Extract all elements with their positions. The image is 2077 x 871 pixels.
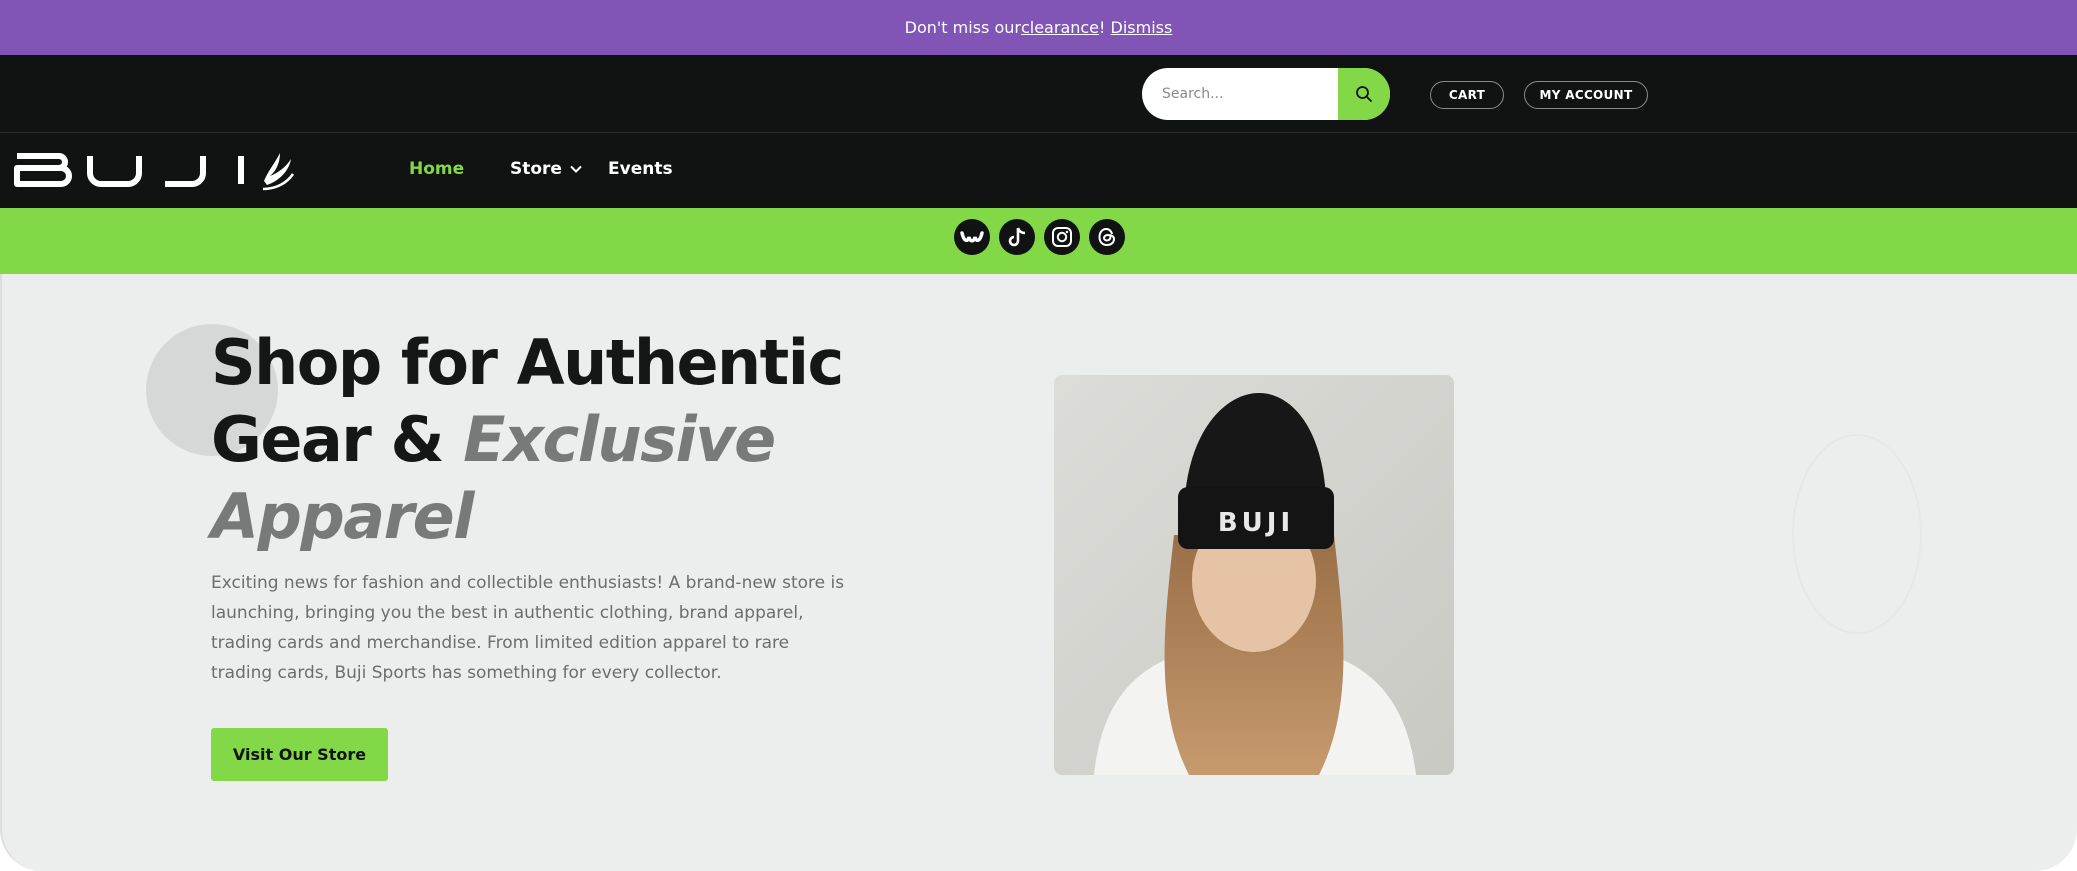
dismiss-link[interactable]: Dismiss [1111,18,1173,37]
nav-events[interactable]: Events [608,159,673,179]
hero-image: BUJI [1054,375,1454,775]
nav-events-label: Events [608,159,673,179]
search-form [1142,68,1390,120]
wonder-link[interactable] [954,219,990,255]
my-account-button[interactable]: MY ACCOUNT [1524,81,1648,109]
search-button[interactable] [1338,68,1390,120]
decorative-ring [1792,434,1922,634]
buji-logo[interactable] [14,147,296,193]
hero-title-line3: Apparel [211,480,474,553]
announcement-suffix: ! [1099,18,1111,37]
hero-section: Shop for Authentic Gear & Exclusive Appa… [0,274,2077,871]
instagram-link[interactable] [1044,219,1080,255]
chevron-down-icon [570,165,582,173]
beanie-logo-text: BUJI [1218,508,1294,538]
tiktok-link[interactable] [999,219,1035,255]
wonder-icon [960,231,984,243]
hero-title-line1: Shop for Authentic [211,326,844,399]
visit-store-button[interactable]: Visit Our Store [211,728,388,781]
nav-store[interactable]: Store [510,159,582,179]
clearance-link[interactable]: clearance [1021,18,1099,37]
instagram-icon [1052,227,1072,247]
nav-store-label: Store [510,159,562,179]
social-strip [0,208,2077,274]
nav-home-label: Home [409,159,465,179]
announcement-prefix: Don't miss our [904,18,1021,37]
hero-title-emphasis: Exclusive [463,403,776,476]
hero-title-line2: Gear & [211,403,464,476]
utility-bar: CART MY ACCOUNT [0,55,2077,133]
announcement-bar: Don't miss our clearance ! Dismiss [0,0,2077,55]
tiktok-icon [1008,227,1026,247]
main-nav: Home Store Events [0,133,2077,208]
cart-button[interactable]: CART [1430,81,1504,109]
search-icon [1356,86,1372,102]
nav-home[interactable]: Home [409,159,464,179]
hero-title: Shop for Authentic Gear & Exclusive Appa… [211,324,851,555]
hero-description: Exciting news for fashion and collectibl… [211,573,845,683]
search-input[interactable] [1142,68,1338,120]
threads-icon [1098,227,1116,247]
threads-link[interactable] [1089,219,1125,255]
